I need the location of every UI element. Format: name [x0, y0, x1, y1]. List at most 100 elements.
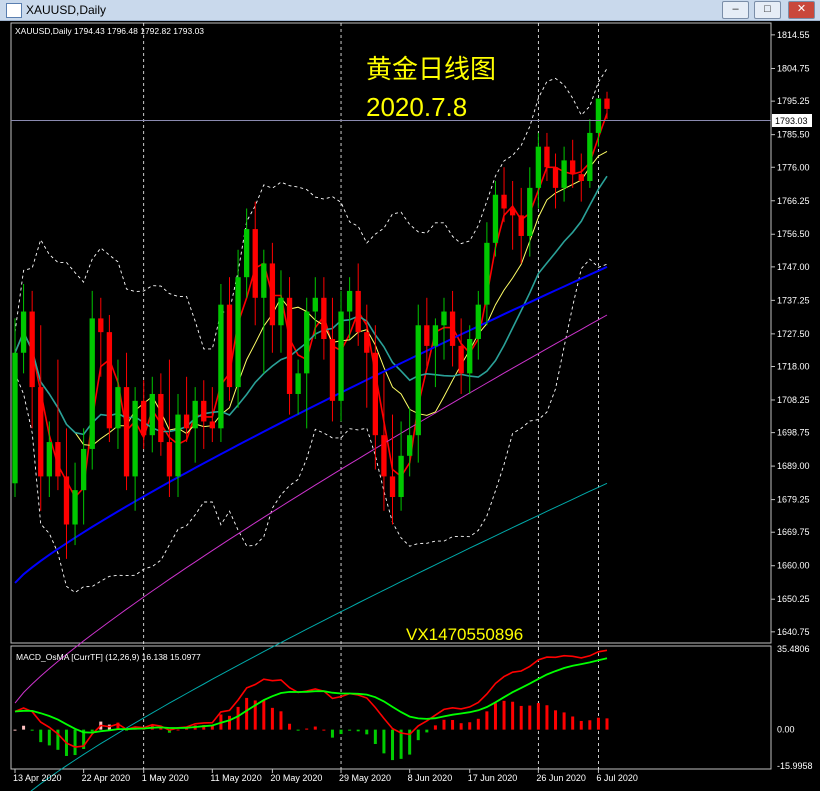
macd-histogram-bar: [554, 710, 558, 730]
band-lower: [14, 258, 608, 594]
candle-body: [372, 352, 379, 436]
candle-body: [424, 325, 430, 346]
candle-body: [475, 304, 481, 340]
macd-histogram-bar: [356, 729, 360, 732]
macd-histogram-bar: [519, 705, 523, 730]
candle-body: [72, 490, 78, 525]
candle-body: [12, 352, 18, 484]
macd-histogram-bar: [288, 723, 292, 730]
macd-histogram-bar: [511, 701, 515, 730]
macd-histogram-bar: [528, 705, 532, 730]
macd-histogram-bar: [73, 729, 77, 756]
macd-histogram-bar: [30, 729, 34, 731]
macd-histogram-bar: [90, 729, 94, 732]
candle-body: [501, 194, 507, 209]
macd-histogram-bar: [22, 725, 26, 730]
price-label: 1727.50: [777, 329, 810, 339]
price-label: 1650.25: [777, 594, 810, 604]
ma-8: [14, 150, 608, 447]
macd-value-2: 15.0977: [170, 652, 201, 662]
price-label: 1766.25: [777, 196, 810, 206]
candle-body: [20, 311, 27, 353]
candle-body: [141, 400, 147, 436]
macd-header: MACD_OsMA [CurrTF] (12,26,9) 16.138 15.0…: [16, 652, 201, 662]
macd-histogram-bar: [596, 717, 600, 730]
price-label: 1689.00: [777, 461, 810, 471]
candle-body: [389, 476, 396, 498]
time-label: 13 Apr 2020: [13, 773, 62, 783]
price-label: 1785.50: [777, 130, 810, 140]
macd-scale-label: 35.4806: [777, 644, 810, 654]
bollinger-bands: [14, 68, 608, 594]
macd-histogram-bar: [39, 729, 43, 743]
candle-body: [55, 442, 61, 477]
macd-histogram-bar: [605, 718, 609, 730]
candle-body: [312, 297, 318, 312]
price-label: 1698.75: [777, 428, 810, 438]
candle-body: [80, 448, 87, 491]
ma-3: [14, 113, 608, 499]
price-label: 1776.00: [777, 162, 810, 172]
price-label: 1708.25: [777, 395, 810, 405]
macd-histogram-bar: [442, 719, 446, 730]
candle-body: [175, 414, 181, 477]
candle-body: [604, 98, 610, 109]
candle-body: [535, 146, 542, 188]
time-axis: 13 Apr 2020 22 Apr 2020 1 May 2020 11 May 2…: [13, 769, 638, 783]
candle-body: [321, 297, 327, 340]
candle-body: [467, 339, 473, 374]
chart-header: XAUUSD,Daily 1794.43 1796.48 1792.82 179…: [15, 26, 204, 36]
macd-histogram-bar: [262, 700, 266, 730]
candle-body: [449, 311, 456, 346]
maximize-button[interactable]: □: [754, 1, 781, 19]
macd-histogram-bar: [279, 711, 283, 730]
candle-body: [364, 332, 370, 353]
candle-body: [106, 332, 113, 429]
candle-body: [338, 311, 344, 401]
candle-body: [29, 311, 35, 388]
close-button[interactable]: ✕: [788, 1, 815, 19]
candle-body: [89, 318, 95, 449]
candle-body: [458, 345, 464, 374]
macd-histogram-bar: [545, 705, 549, 730]
macd-histogram-bar: [562, 712, 566, 730]
current-price-label: 1793.03: [775, 116, 808, 126]
candle-body: [295, 373, 301, 394]
macd-histogram-bar: [227, 715, 231, 730]
minimize-button[interactable]: –: [722, 1, 749, 19]
candle-body: [38, 387, 44, 477]
candle-body: [166, 442, 173, 477]
macd-histogram-bar: [365, 729, 369, 735]
price-label: 1669.75: [777, 527, 810, 537]
candle-body: [527, 187, 533, 236]
candle-body: [329, 339, 336, 401]
window-titlebar: XAUUSD,Daily – □ ✕: [0, 0, 820, 21]
candle-body: [269, 263, 276, 326]
candle-body: [441, 311, 447, 326]
candle-body: [304, 311, 310, 374]
candle-body: [278, 297, 284, 326]
macd-histogram-bar: [296, 729, 300, 731]
price-label: 1756.50: [777, 229, 810, 239]
candle-body: [183, 414, 190, 429]
macd-histogram-bar: [330, 729, 334, 738]
candle-body: [355, 290, 361, 333]
annotation-title: 黄金日线图: [366, 54, 496, 84]
price-label: 1814.55: [777, 30, 810, 40]
macd-histogram-bar: [502, 700, 506, 730]
macd-panel: 35.4806 0.00 -15.9958: [13, 644, 813, 771]
price-chart[interactable]: 1814.55 1804.75 1795.25 1785.50 1776.00 1766.…: [0, 20, 820, 791]
time-label: 22 Apr 2020: [82, 773, 131, 783]
macd-histogram-bar: [485, 711, 489, 730]
watermark: VX1470550896: [406, 625, 523, 644]
macd-histogram-bar: [468, 722, 472, 730]
candle-body: [98, 318, 104, 333]
candle-body: [123, 387, 130, 477]
time-label: 6 Jul 2020: [596, 773, 638, 783]
ma-magenta: [14, 314, 608, 704]
macd-histogram-bar: [382, 729, 386, 754]
macd-histogram-bar: [322, 729, 326, 731]
macd-histogram-bar: [305, 728, 309, 730]
time-label: 26 Jun 2020: [536, 773, 586, 783]
candle-body: [492, 194, 499, 243]
